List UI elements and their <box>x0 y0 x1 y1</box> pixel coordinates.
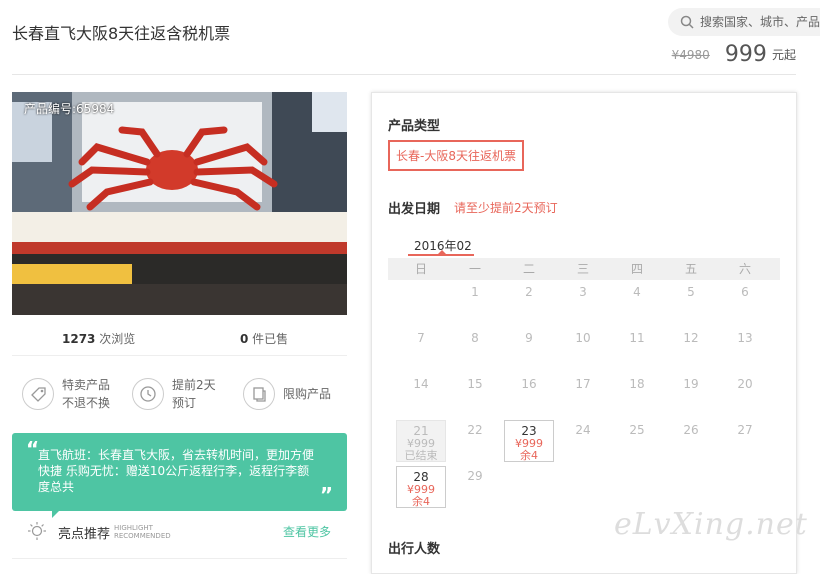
weekday-wed: 三 <box>576 262 589 276</box>
calendar-day: 27 <box>737 423 753 437</box>
calendar-day: 6 <box>741 285 749 299</box>
calendar-weekday-header: 日 一 二 三 四 五 六 <box>388 258 780 280</box>
calendar-day: 2 <box>525 285 533 299</box>
calendar-day: 10 <box>575 331 591 345</box>
advance-hint: 请至少提前2天预订 <box>454 201 558 215</box>
booking-panel: 产品类型 长春-大阪8天往返机票 出发日期 请至少提前2天预订 2016年02 … <box>371 92 797 574</box>
tag-icon <box>22 378 54 410</box>
calendar-day: 4 <box>633 285 641 299</box>
calendar-day: 13 <box>737 331 753 345</box>
calendar-day: 14 <box>413 377 429 391</box>
watermark: eLvXing.net <box>614 507 808 542</box>
calendar-day-past: 21 ¥999 已结束 <box>396 420 446 462</box>
search-placeholder: 搜索国家、城市、产品 <box>700 15 820 29</box>
header-divider <box>12 74 796 75</box>
feature-line2: 预订 <box>172 396 197 410</box>
month-underline <box>408 254 474 256</box>
calendar-day: 5 <box>687 285 695 299</box>
highlight-sub: HIGHLIGHT RECOMMENDED <box>114 524 171 540</box>
sold-stat: 0 件已售 <box>240 332 289 346</box>
weekday-mon: 一 <box>468 262 481 276</box>
divider <box>12 558 347 559</box>
calendar-day: 11 <box>629 331 645 345</box>
lightbulb-icon <box>28 522 46 540</box>
calendar-day: 20 <box>737 377 753 391</box>
weekday-thu: 四 <box>630 262 643 276</box>
product-type-option[interactable]: 长春-大阪8天往返机票 <box>388 140 524 171</box>
close-quote-icon: ” <box>319 483 333 507</box>
see-more-link[interactable]: 查看更多 <box>283 523 331 540</box>
current-price: 999 <box>724 42 767 67</box>
calendar-day: 25 <box>629 423 645 437</box>
feature-line1: 提前2天 <box>172 378 216 392</box>
calendar-day: 7 <box>417 331 425 345</box>
views-stat: 1273 次浏览 <box>62 332 136 346</box>
feature-line1: 特卖产品 <box>62 378 111 392</box>
calendar-day: 29 <box>467 469 483 483</box>
page-title: 长春直飞大阪8天往返含税机票 <box>12 24 231 43</box>
calendar-day: 1 <box>471 285 479 299</box>
weekday-sun: 日 <box>414 262 427 276</box>
calendar-day: 18 <box>629 377 645 391</box>
open-quote-icon: “ <box>26 437 40 461</box>
highlight-text: 直飞航班：长春直飞大阪，省去转机时间，更加方便快捷 乐购无忧：赠送10公斤返程行… <box>38 448 315 494</box>
weekday-sat: 六 <box>738 262 751 276</box>
calendar-day: 16 <box>521 377 537 391</box>
weekday-fri: 五 <box>684 262 697 276</box>
copy-icon <box>243 378 275 410</box>
calendar-day: 19 <box>683 377 699 391</box>
clock-icon <box>132 378 164 410</box>
weekday-tue: 二 <box>522 262 535 276</box>
travelers-label: 出行人数 <box>388 542 441 557</box>
product-photo[interactable] <box>12 92 347 315</box>
calendar-day: 9 <box>525 331 533 345</box>
price-suffix: 元起 <box>771 48 796 62</box>
calendar-day: 26 <box>683 423 699 437</box>
search-icon <box>680 15 694 29</box>
product-type-label: 产品类型 <box>388 119 441 134</box>
caret-up-icon <box>438 250 446 254</box>
price-row: ¥4980 999 元起 <box>672 42 796 67</box>
calendar-day-available[interactable]: 23 ¥999 余4 <box>504 420 554 462</box>
search-input[interactable]: 搜索国家、城市、产品 <box>668 8 820 36</box>
calendar-day: 3 <box>579 285 587 299</box>
calendar-day: 22 <box>467 423 483 437</box>
feature-line1: 限购产品 <box>283 387 332 401</box>
highlight-box: “ 直飞航班：长春直飞大阪，省去转机时间，更加方便快捷 乐购无忧：赠送10公斤返… <box>12 433 347 511</box>
calendar-day: 17 <box>575 377 591 391</box>
feature-line2: 不退不换 <box>62 396 111 410</box>
highlight-label: 亮点推荐 <box>58 527 111 542</box>
calendar-day: 24 <box>575 423 591 437</box>
calendar-day: 8 <box>471 331 479 345</box>
highlight-tail <box>52 510 60 518</box>
divider <box>12 355 347 356</box>
product-id: 产品编号:65984 <box>24 102 115 116</box>
departure-date-label: 出发日期 <box>388 202 441 217</box>
calendar-day-available[interactable]: 28 ¥999 余4 <box>396 466 446 508</box>
calendar-day: 12 <box>683 331 699 345</box>
calendar-day: 15 <box>467 377 483 391</box>
old-price: ¥4980 <box>671 47 710 62</box>
